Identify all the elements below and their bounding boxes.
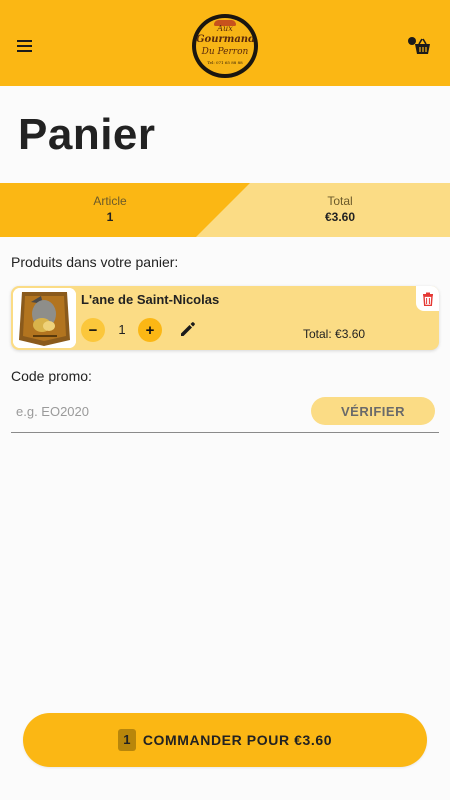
article-label: Article <box>93 194 127 208</box>
article-value: 1 <box>106 210 114 224</box>
pencil-icon[interactable] <box>179 320 197 338</box>
cart-item: L'ane de Saint-Nicolas − 1 + Total: €3.6… <box>11 286 439 350</box>
article-count: Article 1 <box>60 194 160 224</box>
verify-promo-button[interactable]: VÉRIFIER <box>311 397 435 425</box>
cart-total: Total €3.60 <box>290 194 390 224</box>
increase-quantity-button[interactable]: + <box>138 318 162 342</box>
decrease-quantity-button[interactable]: − <box>81 318 105 342</box>
trash-icon[interactable] <box>416 286 439 311</box>
item-line-total: Total: €3.60 <box>303 327 366 341</box>
minus-icon: − <box>88 321 98 339</box>
cart-summary: Article 1 Total €3.60 <box>0 183 450 237</box>
plus-icon: + <box>145 321 155 339</box>
promo-code-label: Code promo: <box>11 368 92 384</box>
top-bar: Aux Gourmandises Du Perron Tel: 071 65 8… <box>0 0 450 86</box>
promo-underline <box>11 432 439 433</box>
products-section-label: Produits dans votre panier: <box>11 254 179 270</box>
order-button-label: COMMANDER POUR €3.60 <box>142 732 333 748</box>
total-label: Total <box>327 194 353 208</box>
hamburger-menu-icon[interactable] <box>17 38 33 52</box>
product-name[interactable]: L'ane de Saint-Nicolas <box>81 292 219 307</box>
page-title: Panier <box>18 110 156 159</box>
place-order-button[interactable]: 1 COMMANDER POUR €3.60 <box>23 713 427 767</box>
brand-logo[interactable]: Aux Gourmandises Du Perron Tel: 071 65 8… <box>190 12 260 80</box>
product-image[interactable] <box>13 288 76 348</box>
promo-code-input[interactable] <box>11 396 301 426</box>
total-value: €3.60 <box>324 210 356 224</box>
order-count-badge: 1 <box>117 729 136 751</box>
user-basket-icon[interactable] <box>407 36 431 56</box>
quantity-value: 1 <box>118 322 126 337</box>
